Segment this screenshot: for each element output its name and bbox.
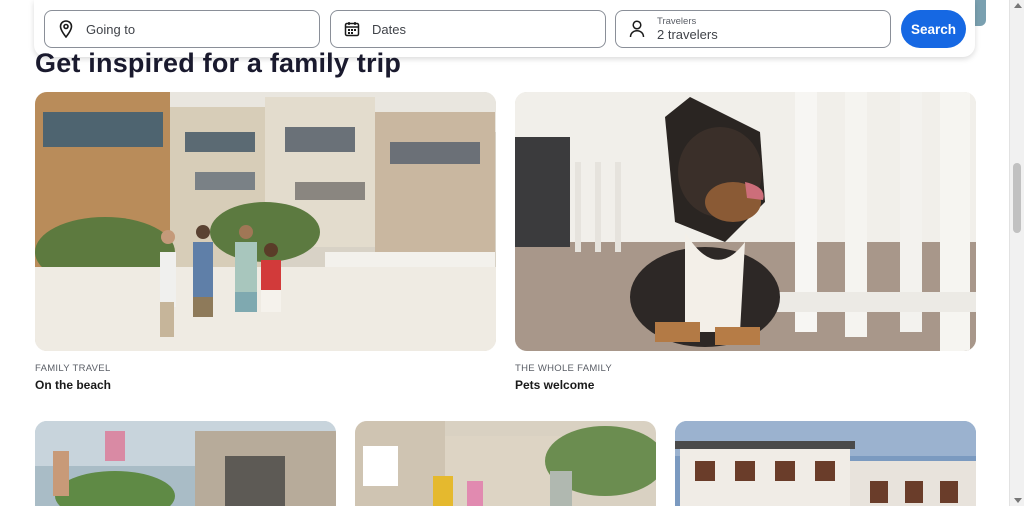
scroll-thumb[interactable] (1013, 163, 1021, 233)
dates-field[interactable]: Dates (330, 10, 606, 48)
villa-card-image[interactable] (675, 421, 976, 506)
destination-field[interactable]: Going to (44, 10, 320, 48)
travelers-value: 2 travelers (657, 27, 718, 42)
destination-placeholder: Going to (86, 21, 136, 37)
pets-card-eyebrow: THE WHOLE FAMILY (515, 363, 612, 374)
pool-card-image[interactable] (35, 421, 336, 506)
dates-placeholder: Dates (372, 21, 406, 37)
beach-card-eyebrow: FAMILY TRAVEL (35, 363, 111, 374)
travelers-field[interactable]: Travelers 2 travelers (615, 10, 891, 48)
scroll-down-arrow-icon[interactable] (1014, 498, 1022, 503)
page-scrollbar[interactable] (1009, 0, 1024, 506)
travelers-label: Travelers (657, 16, 697, 27)
yard-card-image[interactable] (355, 421, 656, 506)
pets-card-image[interactable] (515, 92, 976, 351)
search-button[interactable]: Search (901, 10, 966, 48)
pets-card-title[interactable]: Pets welcome (515, 378, 594, 392)
beach-card-title[interactable]: On the beach (35, 378, 111, 392)
section-heading: Get inspired for a family trip (35, 48, 402, 78)
person-icon (628, 20, 646, 38)
beach-card-image[interactable] (35, 92, 496, 351)
map-pin-icon (57, 20, 75, 38)
calendar-icon (343, 20, 361, 38)
scroll-up-arrow-icon[interactable] (1014, 3, 1022, 8)
